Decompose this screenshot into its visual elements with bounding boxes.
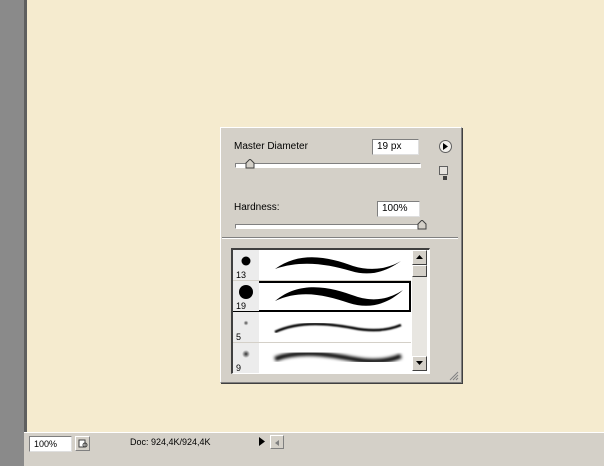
play-arrow-icon	[443, 143, 448, 150]
preset-size-label: 9	[236, 363, 242, 373]
preset-list-scrollbar[interactable]	[412, 250, 427, 371]
arrow-up-icon	[416, 255, 423, 259]
scroll-thumb[interactable]	[412, 265, 427, 277]
page-preview-icon	[78, 439, 88, 448]
master-diameter-slider-thumb[interactable]	[245, 159, 255, 169]
brush-stroke-preview	[275, 287, 403, 306]
resize-grip-icon[interactable]	[449, 371, 459, 381]
panel-divider-highlight	[222, 238, 458, 239]
preset-size-label: 19	[236, 301, 247, 311]
status-bar: 100% Doc: 924,4K/924,4K	[24, 432, 604, 466]
new-preset-button[interactable]	[439, 166, 448, 180]
brush-stroke-preview	[274, 351, 402, 364]
hardness-slider-thumb[interactable]	[417, 220, 427, 230]
scroll-left-button[interactable]	[270, 435, 284, 449]
zoom-field[interactable]: 100%	[29, 436, 72, 452]
status-options-button[interactable]	[75, 436, 90, 451]
new-preset-icon	[443, 176, 447, 180]
brush-preset-13[interactable]: 13	[233, 250, 411, 281]
scroll-up-button[interactable]	[412, 250, 427, 265]
brush-stroke-preview	[274, 322, 402, 334]
status-menu-button[interactable]	[256, 435, 268, 448]
brush-preset-panel: Master Diameter 19 px Hardness: 100% 13	[220, 127, 462, 383]
scroll-down-button[interactable]	[412, 356, 427, 371]
hardness-label: Hardness:	[234, 202, 280, 213]
document-size-info: Doc: 924,4K/924,4K	[130, 437, 211, 447]
brush-stroke-preview	[275, 257, 401, 274]
master-diameter-slider[interactable]	[235, 163, 421, 168]
brush-preset-5[interactable]: 5	[233, 312, 411, 343]
brush-preset-9[interactable]: 9	[233, 343, 411, 373]
brush-preset-list: 13 19 5 9	[231, 248, 430, 374]
hardness-slider[interactable]	[235, 224, 424, 229]
arrow-left-icon	[275, 440, 279, 446]
preset-size-label: 13	[236, 270, 247, 280]
master-diameter-field[interactable]: 19 px	[372, 139, 419, 155]
master-diameter-label: Master Diameter	[234, 141, 308, 152]
preset-size-label: 5	[236, 332, 242, 342]
play-arrow-icon	[259, 437, 265, 446]
brush-preset-19[interactable]: 19	[233, 281, 411, 312]
panel-menu-button[interactable]	[439, 140, 452, 153]
arrow-down-icon	[416, 361, 423, 365]
hardness-field[interactable]: 100%	[377, 201, 420, 217]
